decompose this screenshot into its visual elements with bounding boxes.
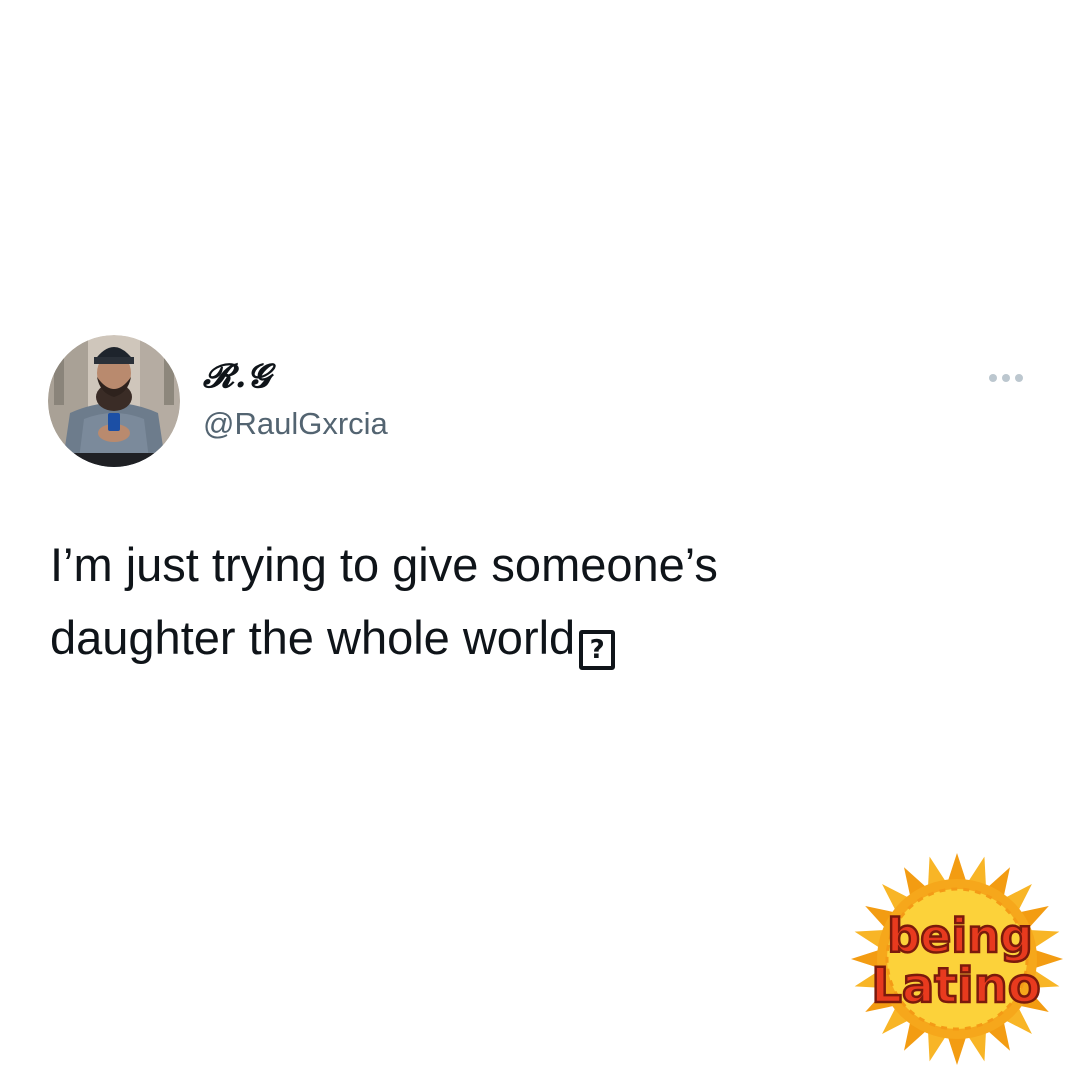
sun-logo-icon: being Latino (851, 853, 1063, 1065)
missing-emoji-icon: ? (579, 630, 616, 670)
ellipsis-icon (1002, 374, 1010, 382)
tweet-text-line-content: daughter the whole world (50, 611, 576, 664)
tweet-text-line: daughter the whole world? (50, 601, 1010, 674)
logo-text-being: being (887, 909, 1033, 963)
ellipsis-icon (1015, 374, 1023, 382)
profile-photo-icon (48, 335, 180, 467)
tweet-text-line: I’m just trying to give someone’s (50, 538, 718, 591)
tweet-text: I’m just trying to give someone’s daught… (50, 528, 1010, 674)
user-handle[interactable]: @RaulGxrcia (203, 404, 388, 444)
being-latino-logo: being Latino (848, 850, 1066, 1068)
more-options-button[interactable] (978, 360, 1034, 396)
avatar[interactable] (48, 335, 180, 467)
tweet-card: 𝓡.𝓖 @RaulGxrcia I’m just trying to give … (0, 0, 1080, 1080)
logo-text-latino: Latino (871, 958, 1041, 1014)
ellipsis-icon (989, 374, 997, 382)
display-name[interactable]: 𝓡.𝓖 (203, 356, 271, 396)
